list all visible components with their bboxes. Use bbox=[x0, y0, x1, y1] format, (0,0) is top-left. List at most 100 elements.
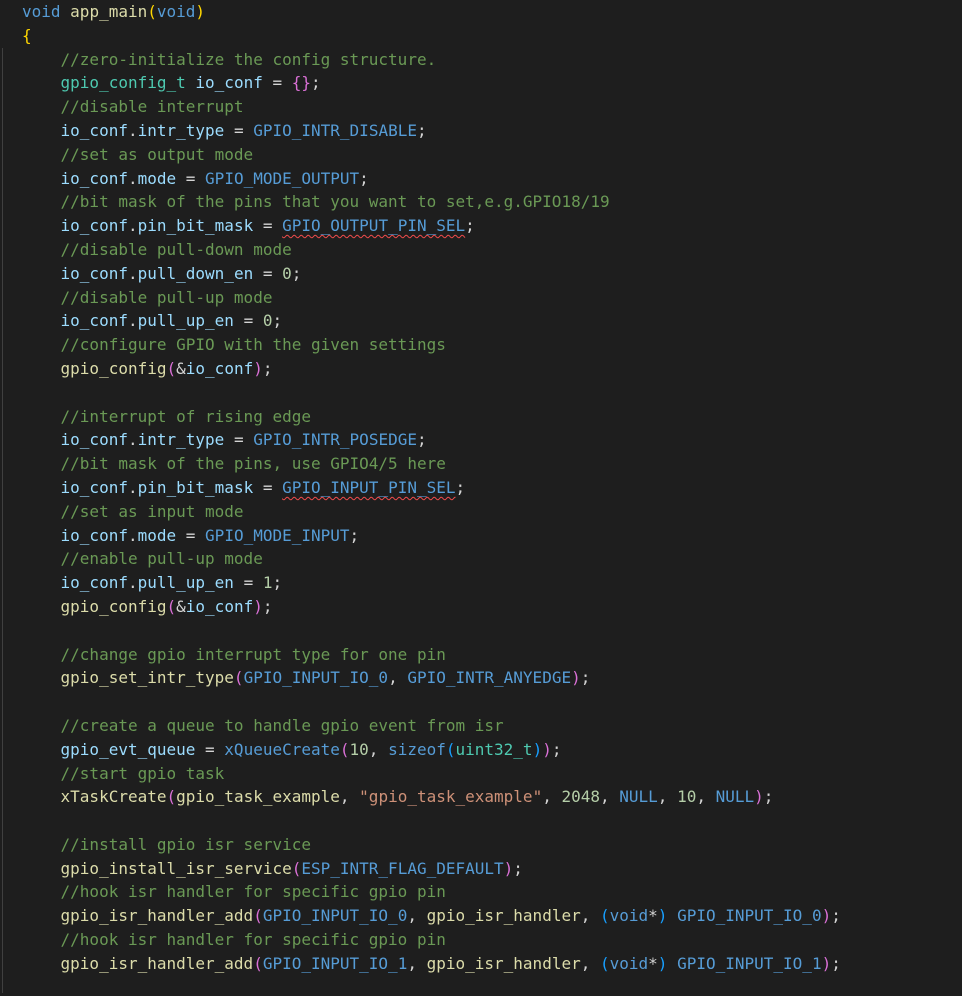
code-line[interactable]: //bit mask of the pins that you want to … bbox=[22, 190, 841, 214]
code-lines[interactable]: void app_main(void){ //zero-initialize t… bbox=[22, 0, 841, 976]
code-line[interactable]: io_conf.mode = GPIO_MODE_INPUT; bbox=[22, 524, 841, 548]
code-token: GPIO_INTR_ANYEDGE bbox=[407, 668, 572, 688]
code-token: mode bbox=[137, 168, 177, 188]
code-comment: //install gpio isr service bbox=[60, 834, 311, 854]
code-token: . bbox=[127, 525, 138, 545]
code-comment: //set as input mode bbox=[60, 501, 244, 521]
code-line[interactable]: io_conf.pin_bit_mask = GPIO_OUTPUT_PIN_S… bbox=[22, 214, 841, 238]
code-line[interactable]: //disable pull-up mode bbox=[22, 286, 841, 310]
code-line[interactable]: //bit mask of the pins, use GPIO4/5 here bbox=[22, 452, 841, 476]
code-token: = bbox=[233, 573, 263, 593]
code-token: . bbox=[127, 168, 138, 188]
code-line[interactable]: gpio_isr_handler_add(GPIO_INPUT_IO_0, gp… bbox=[22, 904, 841, 928]
code-token: gpio_install_isr_service bbox=[60, 858, 292, 878]
code-token: , bbox=[407, 906, 427, 926]
code-token: ; bbox=[416, 430, 427, 450]
code-token: ; bbox=[831, 906, 841, 926]
code-comment: //configure GPIO with the given settings bbox=[60, 335, 446, 355]
code-line[interactable]: io_conf.pull_up_en = 1; bbox=[22, 571, 841, 595]
code-line[interactable]: //install gpio isr service bbox=[22, 833, 841, 857]
code-token: * bbox=[648, 953, 658, 973]
code-line[interactable]: //interrupt of rising edge bbox=[22, 405, 841, 429]
code-line[interactable]: io_conf.intr_type = GPIO_INTR_DISABLE; bbox=[22, 119, 841, 143]
code-token: gpio_config_t bbox=[60, 73, 186, 93]
indent-guide bbox=[2, 48, 3, 993]
code-token: = bbox=[224, 120, 254, 140]
code-token: ; bbox=[465, 216, 475, 236]
code-line[interactable]: //disable pull-down mode bbox=[22, 238, 841, 262]
code-line[interactable]: //set as input mode bbox=[22, 500, 841, 524]
code-line[interactable]: //hook isr handler for specific gpio pin bbox=[22, 880, 841, 904]
code-token: = bbox=[224, 430, 254, 450]
code-line[interactable]: //enable pull-up mode bbox=[22, 547, 841, 571]
code-editor[interactable]: void app_main(void){ //zero-initialize t… bbox=[0, 0, 962, 996]
code-line[interactable]: io_conf.mode = GPIO_MODE_OUTPUT; bbox=[22, 167, 841, 191]
code-token: gpio_evt_queue bbox=[60, 739, 196, 759]
code-token: ; bbox=[311, 73, 321, 93]
code-line[interactable]: io_conf.intr_type = GPIO_INTR_POSEDGE; bbox=[22, 428, 841, 452]
code-token: & bbox=[176, 358, 186, 378]
code-token: uint32_t bbox=[455, 739, 533, 759]
code-line[interactable]: gpio_evt_queue = xQueueCreate(10, sizeof… bbox=[22, 738, 841, 762]
code-token: GPIO_INPUT_IO_0 bbox=[677, 906, 822, 926]
code-comment: //change gpio interrupt type for one pin bbox=[60, 644, 446, 664]
code-line[interactable]: gpio_install_isr_service(ESP_INTR_FLAG_D… bbox=[22, 857, 841, 881]
code-line[interactable]: gpio_config(&io_conf); bbox=[22, 357, 841, 381]
code-token: intr_type bbox=[137, 430, 225, 450]
code-line[interactable]: io_conf.pull_up_en = 0; bbox=[22, 309, 841, 333]
code-line[interactable]: gpio_config_t io_conf = {}; bbox=[22, 71, 841, 95]
code-token: gpio_isr_handler bbox=[426, 953, 581, 973]
code-token: ; bbox=[831, 953, 841, 973]
code-token: io_conf bbox=[60, 120, 128, 140]
code-line[interactable]: //zero-initialize the config structure. bbox=[22, 48, 841, 72]
code-line[interactable]: //hook isr handler for specific gpio pin bbox=[22, 928, 841, 952]
code-token: GPIO_MODE_OUTPUT bbox=[205, 168, 360, 188]
code-line[interactable]: gpio_set_intr_type(GPIO_INPUT_IO_0, GPIO… bbox=[22, 666, 841, 690]
code-token: ESP_INTR_FLAG_DEFAULT bbox=[301, 858, 504, 878]
code-line[interactable] bbox=[22, 690, 841, 714]
code-token: ( bbox=[253, 953, 263, 973]
code-line[interactable]: //start gpio task bbox=[22, 762, 841, 786]
code-token: gpio_isr_handler_add bbox=[60, 906, 254, 926]
code-comment: //bit mask of the pins, use GPIO4/5 here bbox=[60, 454, 446, 474]
code-token: ; bbox=[262, 358, 273, 378]
code-line[interactable]: io_conf.pull_down_en = 0; bbox=[22, 262, 841, 286]
code-line[interactable]: //create a queue to handle gpio event fr… bbox=[22, 714, 841, 738]
code-token: pin_bit_mask bbox=[137, 477, 254, 497]
code-line[interactable]: { bbox=[22, 24, 841, 48]
code-token: ) bbox=[571, 668, 581, 688]
code-line[interactable] bbox=[22, 619, 841, 643]
code-token: ; bbox=[262, 596, 273, 616]
code-line[interactable]: gpio_isr_handler_add(GPIO_INPUT_IO_1, gp… bbox=[22, 952, 841, 976]
code-line[interactable]: //disable interrupt bbox=[22, 95, 841, 119]
code-token: ( bbox=[166, 596, 177, 616]
code-token: void bbox=[22, 2, 61, 21]
code-token: & bbox=[176, 596, 186, 616]
code-token: 2048 bbox=[561, 787, 600, 807]
code-line[interactable]: xTaskCreate(gpio_task_example, "gpio_tas… bbox=[22, 785, 841, 809]
code-line[interactable]: //configure GPIO with the given settings bbox=[22, 333, 841, 357]
code-line[interactable] bbox=[22, 381, 841, 405]
code-line[interactable] bbox=[22, 809, 841, 833]
code-line[interactable]: //change gpio interrupt type for one pin bbox=[22, 643, 841, 667]
code-token: ( bbox=[166, 787, 177, 807]
code-line[interactable]: //set as output mode bbox=[22, 143, 841, 167]
code-token: "gpio_task_example" bbox=[359, 787, 543, 807]
code-line[interactable]: io_conf.pin_bit_mask = GPIO_INPUT_PIN_SE… bbox=[22, 476, 841, 500]
code-line[interactable]: gpio_config(&io_conf); bbox=[22, 595, 841, 619]
code-line[interactable]: void app_main(void) bbox=[22, 0, 841, 24]
